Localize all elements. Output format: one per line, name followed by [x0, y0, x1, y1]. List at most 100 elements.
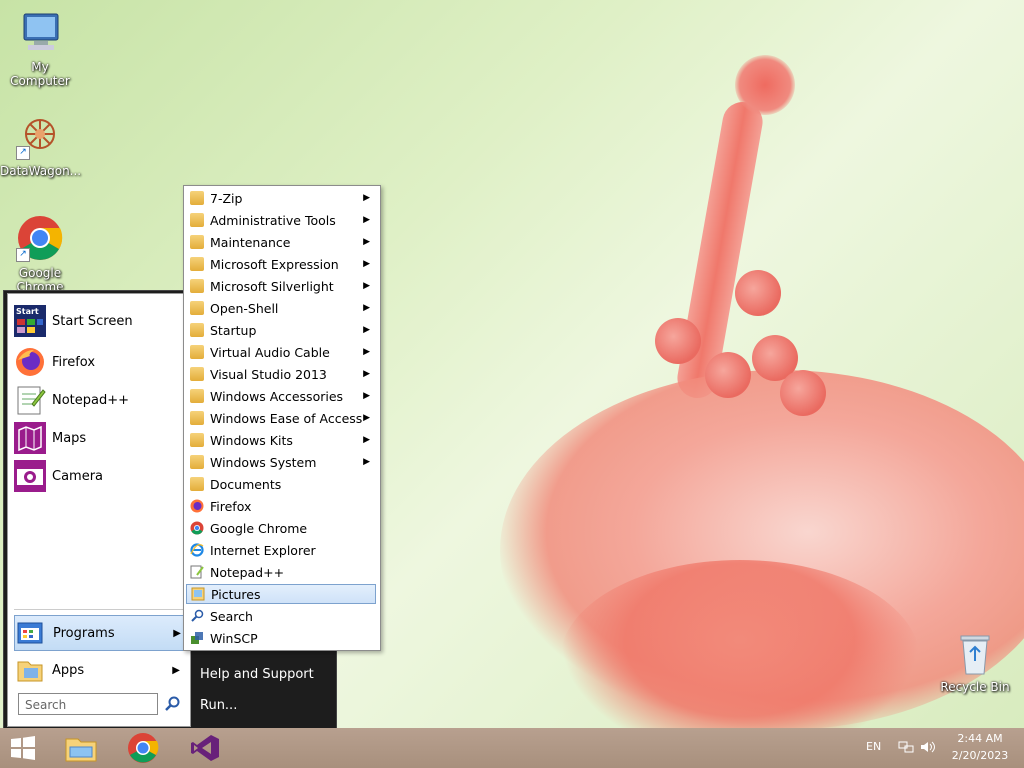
submenu-item-label: Google Chrome — [210, 520, 308, 536]
windows-start-icon — [11, 736, 35, 760]
notepadpp-icon — [186, 565, 210, 579]
chevron-right-icon: ▶ — [363, 391, 370, 401]
start-item-maps[interactable]: Maps — [14, 421, 186, 455]
folder-icon — [186, 477, 210, 491]
start-item-notepadpp[interactable]: Notepad++ — [14, 383, 186, 417]
submenu-item[interactable]: Microsoft Silverlight ▶ — [186, 276, 376, 296]
start-item-camera[interactable]: Camera — [14, 459, 186, 493]
clock-date: 2/20/2023 — [951, 749, 1009, 762]
folder-icon — [186, 235, 210, 249]
start-item-label: Maps — [52, 430, 87, 446]
submenu-item[interactable]: Documents — [186, 474, 376, 494]
chrome-taskbar-button[interactable] — [120, 728, 166, 768]
start-item-label: Notepad++ — [52, 392, 130, 408]
start-menu-divider — [14, 609, 184, 610]
submenu-item[interactable]: Google Chrome — [186, 518, 376, 538]
shortcut-arrow-icon: ↗ — [16, 248, 30, 262]
submenu-item[interactable]: Windows Kits ▶ — [186, 430, 376, 450]
chrome-icon — [186, 521, 210, 535]
chevron-right-icon: ▶ — [363, 237, 370, 247]
apps-icon — [14, 654, 46, 686]
submenu-item-label: Microsoft Expression — [210, 256, 339, 272]
submenu-item[interactable]: Virtual Audio Cable ▶ — [186, 342, 376, 362]
submenu-item[interactable]: Windows Ease of Access ▶ — [186, 408, 376, 428]
run-link[interactable]: Run... — [200, 698, 237, 713]
submenu-item[interactable]: WinSCP — [186, 628, 376, 648]
start-item-programs[interactable]: Programs ▶ — [14, 615, 188, 651]
wallpaper-flower-tip — [735, 55, 795, 115]
chrome-icon: ↗ — [16, 214, 64, 262]
folder-icon — [186, 433, 210, 447]
submenu-item[interactable]: Pictures — [186, 584, 376, 604]
visual-studio-taskbar-button[interactable] — [182, 728, 228, 768]
firefox-icon — [14, 346, 46, 378]
folder-icon — [186, 455, 210, 469]
start-item-label: Apps — [52, 662, 85, 678]
chevron-right-icon: ▶ — [363, 457, 370, 467]
search-icon — [186, 609, 210, 623]
chevron-right-icon: ▶ — [363, 413, 370, 423]
submenu-item[interactable]: Windows Accessories ▶ — [186, 386, 376, 406]
start-item-label: Camera — [52, 468, 104, 484]
chevron-right-icon: ▶ — [363, 215, 370, 225]
start-item-start-screen[interactable]: Start Start Screen — [14, 304, 186, 338]
folder-icon — [186, 257, 210, 271]
submenu-item-label: Administrative Tools — [210, 212, 336, 228]
language-indicator[interactable]: EN — [866, 740, 881, 753]
submenu-item[interactable]: Administrative Tools ▶ — [186, 210, 376, 230]
submenu-item[interactable]: Firefox — [186, 496, 376, 516]
notepadpp-icon — [14, 384, 46, 416]
folder-icon — [186, 411, 210, 425]
search-input[interactable]: Search — [18, 693, 158, 715]
submenu-item[interactable]: Internet Explorer — [186, 540, 376, 560]
help-and-support-link[interactable]: Help and Support — [200, 667, 314, 682]
submenu-item[interactable]: Windows System ▶ — [186, 452, 376, 472]
submenu-item[interactable]: Open-Shell ▶ — [186, 298, 376, 318]
submenu-item-label: Search — [210, 608, 253, 624]
recycle-bin-icon — [955, 630, 995, 676]
folder-icon — [186, 191, 210, 205]
submenu-item[interactable]: Notepad++ — [186, 562, 376, 582]
visual-studio-icon — [191, 735, 219, 761]
submenu-item-label: Pictures — [211, 586, 261, 602]
camera-icon — [14, 460, 46, 492]
submenu-item[interactable]: Maintenance ▶ — [186, 232, 376, 252]
submenu-item-label: Microsoft Silverlight — [210, 278, 334, 294]
start-item-label: Firefox — [52, 354, 96, 370]
submenu-item-label: WinSCP — [210, 630, 258, 646]
desktop-icon-label: Recycle Bin — [940, 680, 1010, 694]
start-menu-left-pane: Start Start Screen Firefox Notepad++ Map… — [7, 293, 191, 727]
file-explorer-icon — [65, 738, 97, 762]
submenu-item-label: Maintenance — [210, 234, 291, 250]
chevron-right-icon: ▶ — [363, 369, 370, 379]
shortcut-arrow-icon: ↗ — [16, 146, 30, 160]
submenu-item[interactable]: Visual Studio 2013 ▶ — [186, 364, 376, 384]
submenu-item[interactable]: Startup ▶ — [186, 320, 376, 340]
desktop-icon-my-computer[interactable]: My Computer — [0, 8, 80, 88]
submenu-item[interactable]: 7-Zip ▶ — [186, 188, 376, 208]
start-item-label: Programs — [53, 625, 115, 641]
start-item-firefox[interactable]: Firefox — [14, 345, 186, 379]
chevron-right-icon: ▶ — [363, 259, 370, 269]
folder-icon — [186, 389, 210, 403]
datawagon-icon: ↗ — [16, 112, 64, 160]
folder-icon — [186, 213, 210, 227]
clock[interactable]: 2:44 AM 2/20/2023 — [950, 732, 1010, 762]
submenu-item-label: Windows Ease of Access — [210, 410, 363, 426]
submenu-item[interactable]: Search — [186, 606, 376, 626]
desktop-icon-label: My Computer — [10, 60, 70, 88]
submenu-item[interactable]: Microsoft Expression ▶ — [186, 254, 376, 274]
folder-icon — [186, 367, 210, 381]
file-explorer-button[interactable] — [58, 728, 104, 768]
submenu-item-label: 7-Zip — [210, 190, 243, 206]
network-icon[interactable] — [898, 740, 914, 757]
desktop-icon-recycle-bin[interactable]: Recycle Bin — [935, 630, 1015, 694]
volume-icon[interactable] — [920, 740, 936, 757]
search-icon[interactable] — [164, 696, 180, 712]
start-item-apps[interactable]: Apps ▶ — [14, 653, 186, 687]
submenu-item-label: Visual Studio 2013 — [210, 366, 327, 382]
desktop-icon-google-chrome[interactable]: ↗ Google Chrome — [0, 214, 80, 294]
desktop-icon-datawagon[interactable]: ↗ DataWagon... — [0, 112, 81, 178]
submenu-item-label: Documents — [210, 476, 282, 492]
windows-start-button[interactable] — [0, 728, 46, 768]
